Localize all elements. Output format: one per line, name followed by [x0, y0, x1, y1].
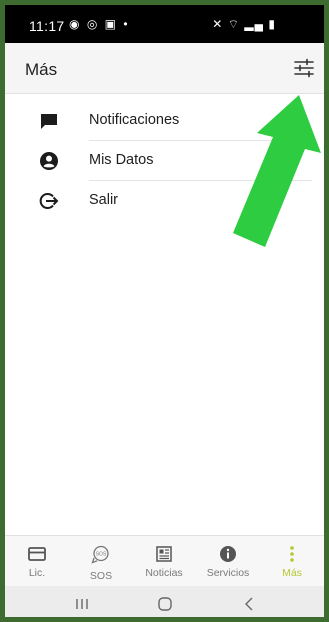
status-bar: 11:17 ◉ ◎ ▣ • ✕ ⌔ ▂▄ ▮: [5, 5, 324, 43]
back-icon[interactable]: [238, 594, 260, 614]
nav-item-mas[interactable]: Más: [260, 536, 324, 586]
gallery-icon: ▣: [104, 17, 118, 31]
account-circle-icon: [40, 152, 58, 170]
tune-icon: [294, 58, 314, 78]
sos-icon: SOS: [91, 545, 109, 564]
annotation-arrow: [233, 95, 321, 247]
nav-label: SOS: [89, 570, 113, 582]
menu-item-label: Mis Datos: [89, 152, 154, 168]
home-icon[interactable]: [154, 594, 176, 614]
nav-label: Lic.: [28, 567, 46, 579]
page-title: Más: [25, 60, 58, 79]
nav-label-active: Más: [282, 567, 302, 579]
whatsapp-icon: ◉: [69, 17, 82, 31]
system-status-icons: ✕ ⌔ ▂▄ ▮: [212, 17, 276, 32]
notification-icons: ◉ ◎ ▣ •: [69, 17, 130, 31]
filter-button[interactable]: [290, 55, 318, 81]
svg-text:SOS: SOS: [96, 551, 107, 557]
nav-item-noticias[interactable]: Noticias: [132, 536, 196, 586]
nav-label: Noticias: [145, 567, 183, 579]
logout-icon: [39, 193, 59, 209]
newspaper-icon: [156, 546, 172, 562]
status-time: 11:17: [29, 18, 65, 34]
wifi-icon: ⌔: [227, 17, 240, 31]
nav-item-lic[interactable]: Lic.: [5, 536, 69, 586]
recent-apps-icon[interactable]: [71, 594, 93, 614]
nav-item-sos[interactable]: SOS SOS: [69, 536, 133, 586]
screenshot-frame: 11:17 ◉ ◎ ▣ • ✕ ⌔ ▂▄ ▮ Más Notificacione…: [0, 0, 329, 622]
instagram-icon: ◎: [86, 17, 100, 31]
app-bar: Más: [5, 43, 324, 94]
mute-icon: ✕: [212, 17, 224, 31]
dot-icon: •: [123, 17, 130, 31]
menu-item-label: Salir: [89, 192, 119, 208]
info-icon: [220, 546, 236, 562]
menu-item-label: Notificaciones: [89, 112, 180, 128]
signal-icon: ▂▄: [244, 17, 265, 31]
system-navigation-bar: [5, 586, 324, 617]
nav-label: Servicios: [206, 567, 250, 579]
battery-icon: ▮: [268, 17, 276, 31]
chat-icon: [41, 114, 57, 129]
nav-item-servicios[interactable]: Servicios: [196, 536, 260, 586]
card-icon: [28, 547, 46, 561]
bottom-navigation: Lic. SOS SOS Noticias Servicios Más: [5, 535, 324, 586]
more-vert-icon: [290, 546, 294, 562]
